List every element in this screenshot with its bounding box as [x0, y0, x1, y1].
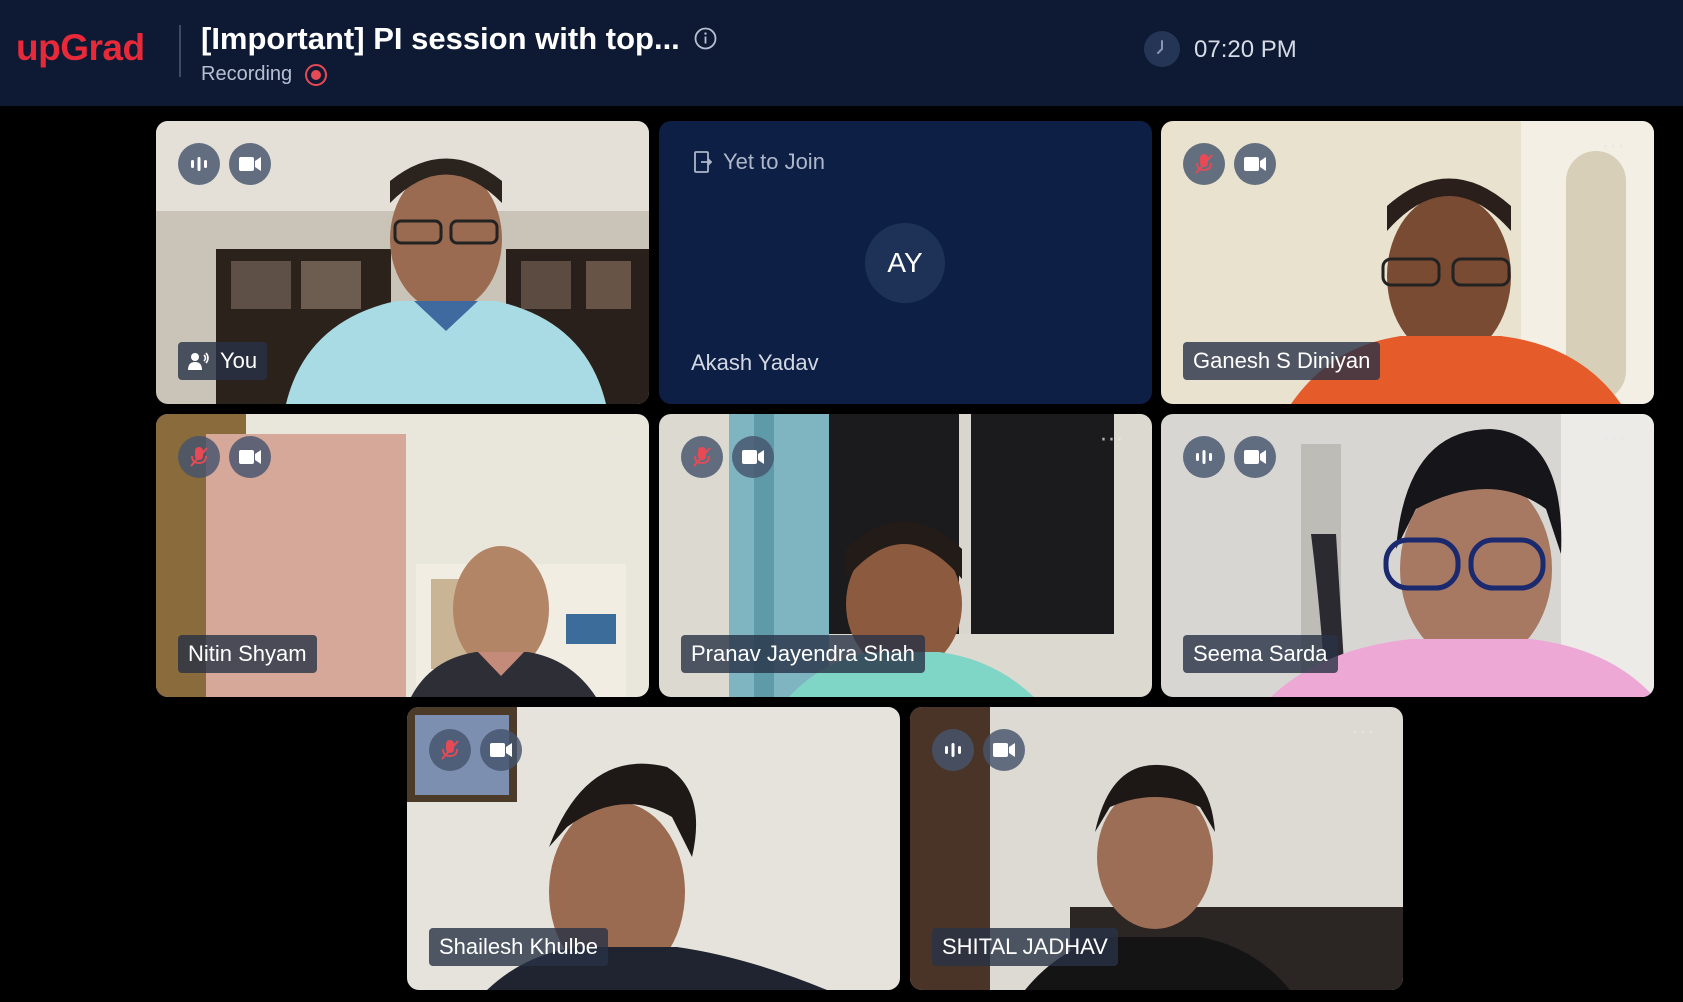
mic-muted-icon[interactable] [681, 436, 723, 478]
more-options-icon[interactable]: ··· [1602, 137, 1632, 159]
participant-name-tag: Shailesh Khulbe [429, 928, 609, 966]
more-options-icon[interactable]: ··· [1100, 430, 1130, 452]
participant-name-tag: Ganesh S Diniyan [1183, 342, 1381, 380]
participant-name-tag: Pranav Jayendra Shah [681, 635, 925, 673]
participant-name: Seema Sarda [1193, 641, 1328, 666]
mic-muted-icon[interactable] [429, 729, 471, 771]
participant-name-tag: Seema Sarda [1183, 635, 1338, 673]
info-icon[interactable] [694, 27, 717, 50]
speaking-indicator-icon[interactable] [178, 143, 220, 185]
camera-icon[interactable] [480, 729, 522, 771]
door-icon [694, 151, 713, 173]
mic-muted-icon[interactable] [178, 436, 220, 478]
participant-name: Ganesh S Diniyan [1193, 348, 1371, 373]
video-tile-akash-yadav[interactable]: Yet to Join AY Akash Yadav [659, 121, 1152, 404]
recording-label: Recording [201, 63, 293, 85]
join-status-label: Yet to Join [723, 149, 825, 174]
meeting-title: [Important] PI session with top... [201, 21, 680, 56]
camera-icon[interactable] [1234, 143, 1276, 185]
participant-name: You [220, 348, 258, 373]
video-tile-ganesh[interactable]: ··· Ganesh S Diniyan [1161, 121, 1654, 404]
participant-name-tag: SHITAL JADHAV [932, 928, 1118, 966]
participant-name: Shailesh Khulbe [439, 934, 599, 959]
participant-name: Nitin Shyam [188, 641, 307, 666]
upgrad-logo: upGrad [16, 27, 145, 68]
more-options-icon[interactable]: ··· [1602, 430, 1632, 452]
clock-icon [1144, 31, 1180, 67]
camera-icon[interactable] [229, 143, 271, 185]
meeting-time: 07:20 PM [1194, 36, 1297, 63]
meeting-header: upGrad [Important] PI session with top..… [0, 0, 1683, 106]
mic-muted-icon[interactable] [1183, 143, 1225, 185]
video-tile-you[interactable]: You [156, 121, 649, 404]
participant-name: Akash Yadav [691, 350, 819, 375]
header-divider [179, 25, 181, 77]
participant-name-tag: Nitin Shyam [178, 635, 317, 673]
video-tile-nitin[interactable]: ··· Nitin Shyam [156, 414, 649, 697]
speaking-indicator-icon[interactable] [932, 729, 974, 771]
video-tile-shital[interactable]: ··· SHITAL JADHAV [910, 707, 1403, 990]
speaker-person-icon [188, 352, 209, 370]
camera-icon[interactable] [1234, 436, 1276, 478]
speaking-indicator-icon[interactable] [1183, 436, 1225, 478]
camera-icon[interactable] [229, 436, 271, 478]
video-tile-pranav[interactable]: ··· Pranav Jayendra Shah [659, 414, 1152, 697]
participant-name: Pranav Jayendra Shah [691, 641, 915, 666]
avatar: AY [865, 223, 945, 303]
camera-icon[interactable] [983, 729, 1025, 771]
participant-name: SHITAL JADHAV [942, 934, 1108, 959]
video-tile-seema[interactable]: ··· Seema Sarda [1161, 414, 1654, 697]
join-status: Yet to Join [693, 149, 825, 175]
more-options-icon[interactable]: ··· [1351, 723, 1381, 745]
more-options-icon[interactable]: ··· [597, 430, 627, 452]
camera-icon[interactable] [732, 436, 774, 478]
recording-indicator-icon [305, 64, 327, 86]
participant-name-tag: You [178, 342, 268, 380]
video-tile-shailesh[interactable]: Shailesh Khulbe [407, 707, 900, 990]
